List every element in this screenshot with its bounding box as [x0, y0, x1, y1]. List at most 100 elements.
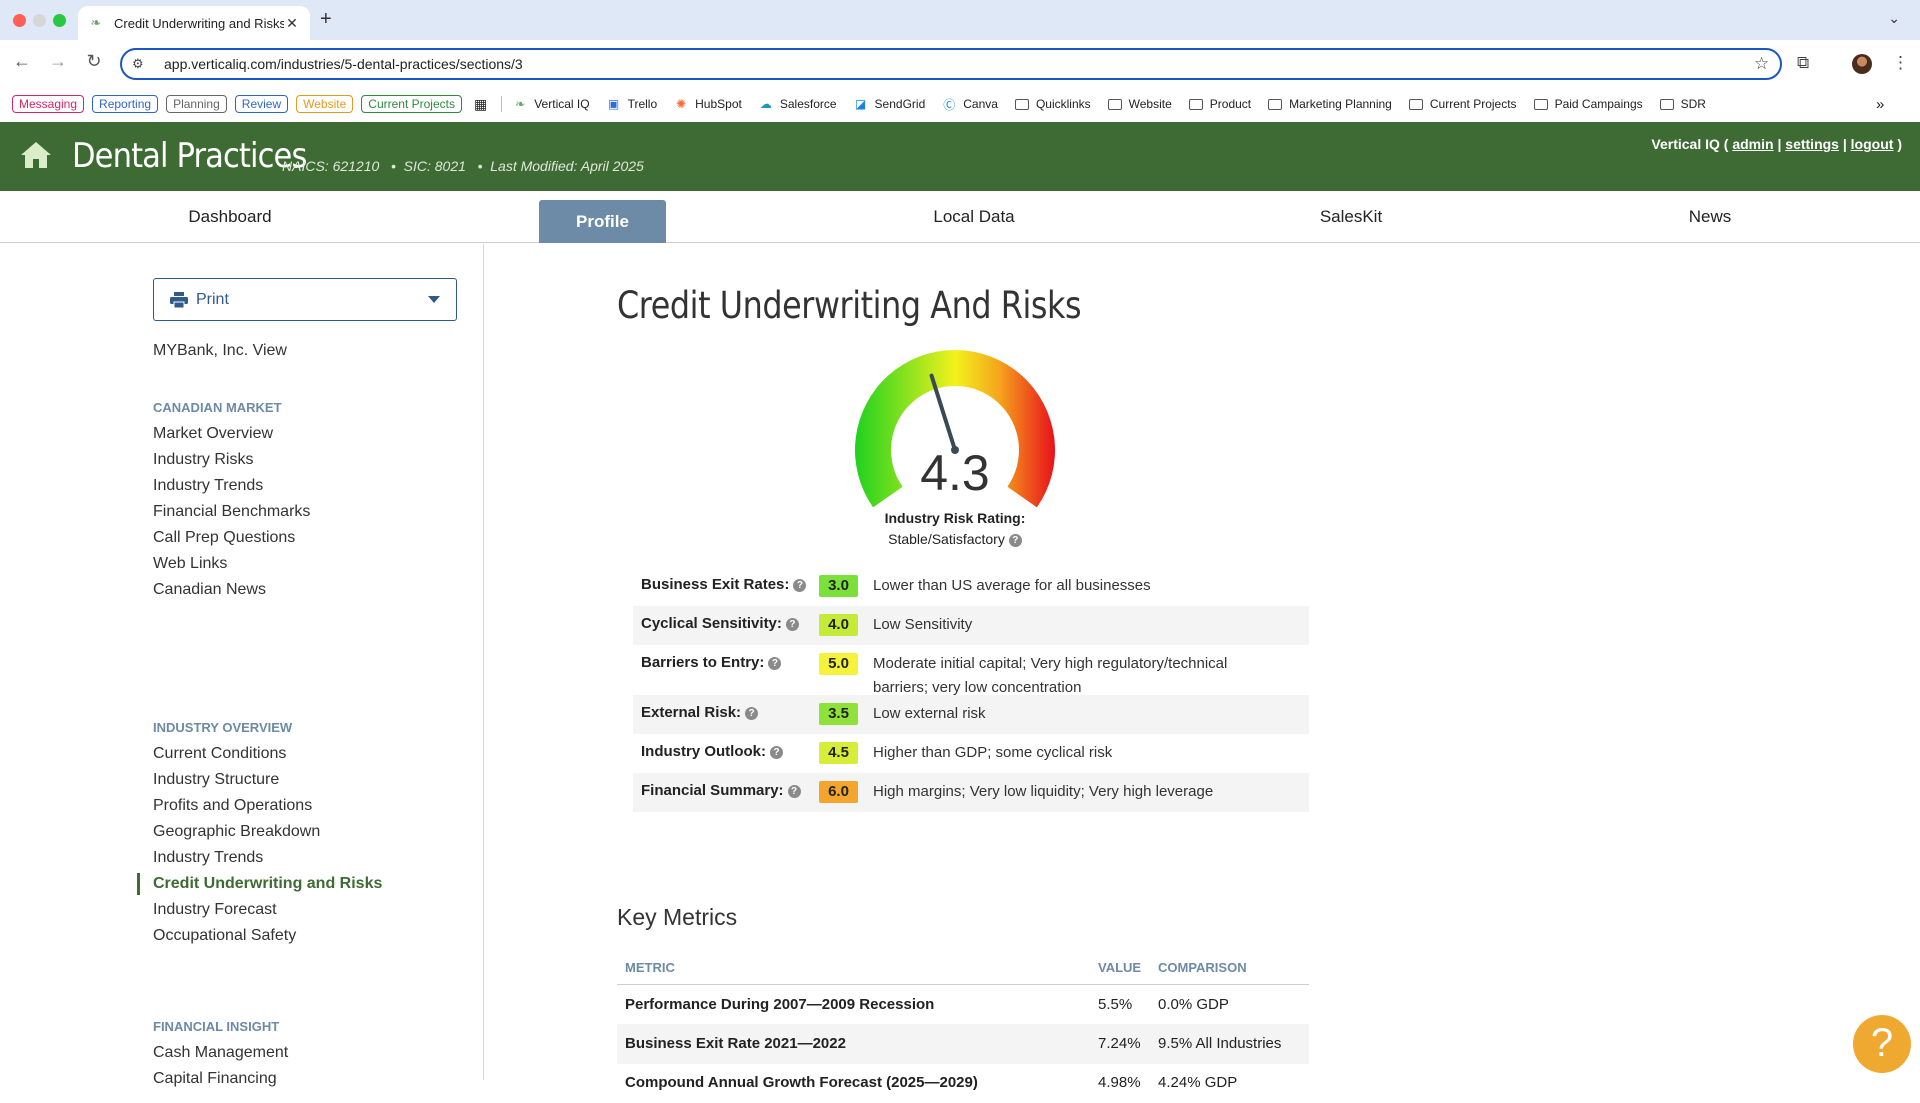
bookmark-salesforce[interactable]: ☁ Salesforce: [758, 97, 837, 111]
sidebar-item-capital-financing[interactable]: Capital Financing: [153, 1070, 277, 1088]
tab-search-chevron-icon[interactable]: ⌄: [1888, 10, 1900, 27]
bookmark-product[interactable]: Product: [1188, 97, 1251, 111]
risk-label: Financial Summary:?: [641, 782, 801, 799]
risk-gauge-value: 4.3: [920, 445, 990, 501]
bookmark-quicklinks[interactable]: Quicklinks: [1014, 97, 1091, 111]
bookmark-label: Canva: [963, 97, 998, 111]
help-icon[interactable]: ?: [793, 579, 807, 592]
browser-menu-icon[interactable]: ⋮: [1892, 53, 1909, 73]
bookmark-pill-reporting[interactable]: Reporting: [92, 95, 159, 113]
close-window-button[interactable]: [13, 14, 26, 27]
logout-link[interactable]: logout: [1851, 136, 1894, 152]
bookmark-trello[interactable]: ▣ Trello: [606, 97, 657, 111]
bookmark-separator: [501, 96, 503, 112]
help-icon[interactable]: ?: [768, 657, 782, 670]
folder-icon: [1408, 97, 1424, 111]
sidebar-item-industry-structure[interactable]: Industry Structure: [153, 771, 279, 789]
zoom-window-button[interactable]: [53, 14, 66, 27]
home-icon[interactable]: [20, 140, 52, 170]
risk-label-text: Financial Summary:: [641, 782, 784, 799]
trello-icon: ▣: [607, 97, 620, 111]
bookmark-star-icon[interactable]: ☆: [1754, 54, 1780, 74]
sidebar-item-occupational-safety[interactable]: Occupational Safety: [153, 927, 296, 945]
minimize-window-button[interactable]: [33, 14, 46, 27]
reload-icon[interactable]: ↻: [82, 51, 106, 72]
sidebar-item-current-conditions[interactable]: Current Conditions: [153, 745, 286, 763]
bookmark-paid-campaings[interactable]: Paid Campaings: [1533, 97, 1643, 111]
sidebar-item-industry-forecast[interactable]: Industry Forecast: [153, 901, 277, 919]
tab-local-data[interactable]: Local Data: [874, 191, 1074, 243]
sidebar-item-web-links[interactable]: Web Links: [153, 555, 227, 573]
risk-row: Financial Summary:? 6.0 High margins; Very…: [633, 773, 1309, 812]
bookmark-website[interactable]: Website: [1107, 97, 1172, 111]
help-icon[interactable]: ?: [785, 618, 799, 631]
sidebar-item-industry-trends[interactable]: Industry Trends: [153, 849, 263, 867]
folder-icon: [1188, 97, 1204, 111]
bookmark-pill-website[interactable]: Website: [296, 95, 354, 113]
bookmark-pill-planning[interactable]: Planning: [166, 95, 227, 113]
bookmark-pill-current-projects[interactable]: Current Projects: [361, 95, 462, 113]
tab-saleskit[interactable]: SalesKit: [1251, 191, 1451, 243]
bookmark-label: SDR: [1680, 97, 1706, 111]
close-tab-icon[interactable]: ✕: [284, 15, 300, 32]
bookmark-label: Vertical IQ: [534, 97, 590, 111]
sidebar-item-geographic-breakdown[interactable]: Geographic Breakdown: [153, 823, 320, 841]
sidebar-item-industry-risks[interactable]: Industry Risks: [153, 451, 253, 469]
sidebar-item-credit-underwriting-and-risks[interactable]: Credit Underwriting and Risks: [153, 875, 382, 893]
user-org: Vertical IQ (: [1651, 136, 1729, 152]
page-title: Credit Underwriting And Risks: [617, 284, 1082, 327]
admin-link[interactable]: admin: [1732, 136, 1773, 152]
sidebar-item-cash-management[interactable]: Cash Management: [153, 1044, 288, 1062]
bookmark-canva[interactable]: Ⓒ Canva: [941, 97, 998, 112]
sidebar-item-profits-and-operations[interactable]: Profits and Operations: [153, 797, 312, 815]
risk-score-badge: 6.0: [819, 781, 858, 803]
sidebar-item-call-prep-questions[interactable]: Call Prep Questions: [153, 529, 295, 547]
sidebar-item-financial-benchmarks[interactable]: Financial Benchmarks: [153, 503, 310, 521]
active-item-indicator: [137, 873, 140, 895]
address-bar[interactable]: ⚙ app.verticaliq.com/industries/5-dental…: [120, 48, 1782, 80]
sidebar-item-canadian-news[interactable]: Canadian News: [153, 581, 266, 599]
risk-description: Moderate initial capital; Very high regu…: [873, 655, 1228, 696]
site-settings-icon[interactable]: ⚙: [132, 56, 152, 72]
new-tab-button[interactable]: +: [320, 8, 332, 31]
table-row: Compound Annual Growth Forecast (2025—20…: [617, 1063, 1309, 1103]
app-header: Dental Practices NAICS: 621210 • SIC: 80…: [0, 122, 1920, 191]
help-icon[interactable]: ?: [745, 707, 759, 720]
apps-grid-icon[interactable]: ▦: [474, 96, 487, 113]
forward-arrow-icon[interactable]: →: [46, 51, 70, 72]
bookmark-vertical-iq[interactable]: ❧ Vertical IQ: [512, 97, 589, 111]
help-chat-button[interactable]: ?: [1853, 1015, 1911, 1073]
sidebar-item-market-overview[interactable]: Market Overview: [153, 425, 273, 443]
sidebar: Print MYBank, Inc. View CANADIAN MARKET M…: [0, 244, 484, 1087]
risk-rating-status: Stable/Satisfactory?: [805, 531, 1105, 547]
risk-label-text: Barriers to Entry:: [641, 654, 765, 671]
tab-dashboard[interactable]: Dashboard: [130, 191, 330, 243]
back-arrow-icon[interactable]: ←: [10, 51, 34, 72]
extensions-puzzle-icon[interactable]: ⧉: [1797, 53, 1809, 73]
bookmark-sdr[interactable]: SDR: [1659, 97, 1706, 111]
help-icon[interactable]: ?: [1008, 534, 1022, 547]
tab-profile[interactable]: Profile: [539, 200, 666, 243]
profile-avatar[interactable]: [1852, 54, 1872, 74]
sidebar-item-industry-trends[interactable]: Industry Trends: [153, 477, 263, 495]
help-icon[interactable]: ?: [787, 785, 801, 798]
user-links: Vertical IQ ( admin | settings | logout …: [1651, 136, 1902, 152]
help-icon[interactable]: ?: [770, 746, 783, 759]
table-row: Performance During 2007—2009 Recession 5.…: [617, 985, 1309, 1025]
settings-link[interactable]: settings: [1785, 136, 1839, 152]
bookmark-current-projects[interactable]: Current Projects: [1408, 97, 1517, 111]
bookmark-marketing-planning[interactable]: Marketing Planning: [1267, 97, 1392, 111]
bank-view-link[interactable]: MYBank, Inc. View: [153, 342, 287, 360]
tab-news[interactable]: News: [1610, 191, 1810, 243]
risk-description: Low Sensitivity: [873, 616, 973, 633]
bookmark-sendgrid[interactable]: ◪ SendGrid: [853, 97, 925, 111]
folder-shape: [1659, 98, 1674, 110]
browser-tab[interactable]: ❧ Credit Underwriting and Risks ✕: [78, 6, 310, 40]
bookmark-label: Product: [1209, 97, 1252, 111]
bookmark-pill-messaging[interactable]: Messaging: [12, 95, 85, 113]
bookmark-hubspot[interactable]: ✺ HubSpot: [673, 97, 742, 111]
more-bookmarks-icon[interactable]: »: [1876, 96, 1884, 113]
print-dropdown[interactable]: Print: [153, 278, 457, 321]
url-text[interactable]: app.verticaliq.com/industries/5-dental-p…: [164, 56, 1754, 72]
bookmark-pill-review[interactable]: Review: [234, 95, 289, 113]
